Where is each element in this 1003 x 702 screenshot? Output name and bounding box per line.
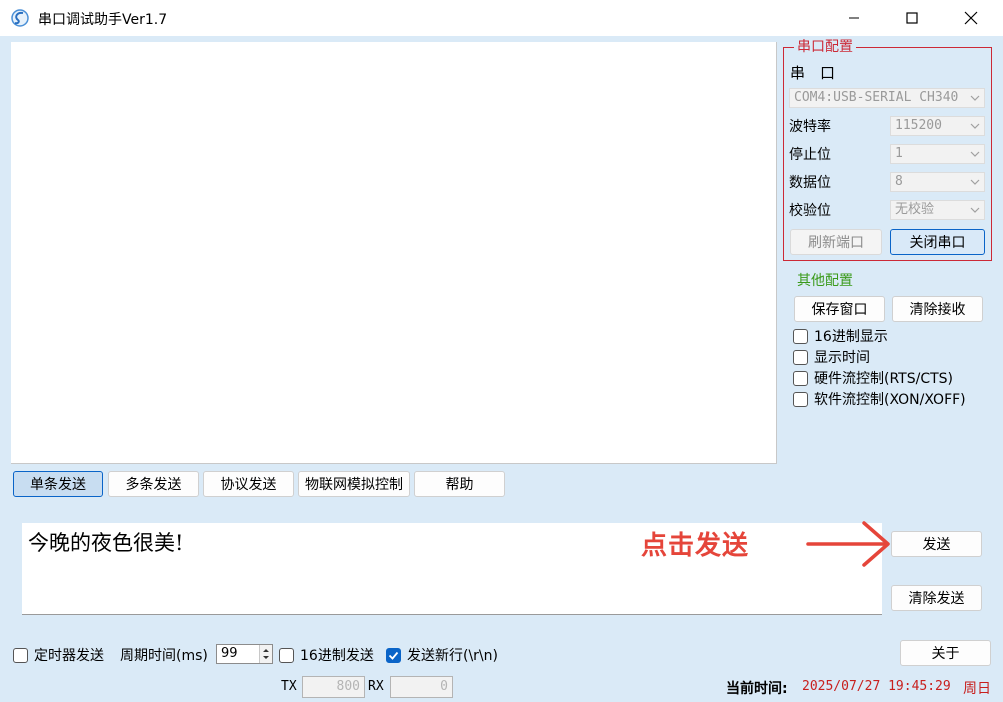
parity-select[interactable]: 无校验 (890, 200, 985, 220)
tab-multi-send[interactable]: 多条发送 (108, 471, 199, 497)
baud-value: 115200 (895, 118, 942, 133)
tab-single-send[interactable]: 单条发送 (13, 471, 103, 497)
send-newline-checkbox[interactable]: 发送新行(\r\n) (386, 645, 498, 665)
tab-iot-simulation[interactable]: 物联网模拟控制 (298, 471, 410, 497)
rx-counter: 0 (390, 676, 453, 698)
serial-config-group: 串口配置 串 口 COM4:USB-SERIAL CH340 波特率 11520… (783, 39, 992, 261)
checkbox-icon (793, 349, 808, 365)
show-time-label: 显示时间 (814, 350, 870, 366)
about-button[interactable]: 关于 (900, 640, 991, 666)
timer-send-label: 定时器发送 (34, 648, 104, 664)
minimize-button[interactable] (831, 0, 877, 36)
send-text: 今晚的夜色很美! (28, 531, 184, 555)
parity-label: 校验位 (789, 203, 831, 219)
refresh-ports-button[interactable]: 刷新端口 (790, 229, 882, 255)
hardware-flow-control-checkbox[interactable]: 硬件流控制(RTS/CTS) (793, 368, 953, 388)
chevron-down-icon (970, 123, 980, 129)
window-title: 串口调试助手Ver1.7 (38, 12, 168, 28)
minimize-icon (849, 17, 859, 19)
port-select[interactable]: COM4:USB-SERIAL CH340 (789, 88, 985, 108)
arrow-right-icon (806, 521, 890, 567)
checkbox-icon (279, 647, 294, 663)
checkbox-icon (793, 328, 808, 344)
timer-send-checkbox[interactable]: 定时器发送 (13, 645, 104, 665)
chevron-down-icon (970, 151, 980, 157)
close-icon (964, 11, 978, 25)
rx-label: RX (368, 679, 384, 694)
stop-bits-label: 停止位 (789, 147, 831, 163)
spin-buttons[interactable] (259, 645, 272, 663)
send-text-area[interactable]: 今晚的夜色很美! (22, 523, 882, 615)
port-label: 串 口 (790, 64, 836, 82)
close-window-button[interactable] (948, 0, 994, 36)
tab-protocol-send[interactable]: 协议发送 (203, 471, 294, 497)
clear-send-button[interactable]: 清除发送 (891, 585, 982, 611)
hex-send-label: 16进制发送 (300, 648, 374, 664)
app-icon (11, 9, 29, 27)
maximize-icon (906, 12, 918, 24)
close-port-button[interactable]: 关闭串口 (890, 229, 985, 255)
spin-arrows-icon (263, 649, 269, 659)
chevron-down-icon (970, 207, 980, 213)
receive-text-area[interactable] (11, 42, 777, 464)
show-time-checkbox[interactable]: 显示时间 (793, 347, 870, 367)
clear-receive-button[interactable]: 清除接收 (892, 296, 983, 322)
save-window-button[interactable]: 保存窗口 (794, 296, 885, 322)
port-value: COM4:USB-SERIAL CH340 (794, 90, 959, 105)
data-bits-select[interactable]: 8 (890, 172, 985, 192)
data-bits-label: 数据位 (789, 175, 831, 191)
tab-help[interactable]: 帮助 (414, 471, 505, 497)
other-config-legend: 其他配置 (797, 273, 853, 289)
tx-counter: 800 (302, 676, 365, 698)
chevron-down-icon (970, 95, 980, 101)
hex-send-checkbox[interactable]: 16进制发送 (279, 645, 374, 665)
checkbox-icon (793, 370, 808, 386)
send-button[interactable]: 发送 (891, 531, 982, 557)
period-spinbox[interactable]: 99 (216, 644, 273, 664)
software-flow-control-checkbox[interactable]: 软件流控制(XON/XOFF) (793, 389, 966, 409)
current-time-value: 2025/07/27 19:45:29 (802, 679, 951, 694)
serial-config-legend: 串口配置 (794, 39, 856, 55)
title-bar: 串口调试助手Ver1.7 (0, 0, 1003, 36)
period-label: 周期时间(ms) (120, 648, 208, 664)
hex-display-checkbox[interactable]: 16进制显示 (793, 326, 888, 346)
hardware-flow-control-label: 硬件流控制(RTS/CTS) (814, 371, 954, 387)
period-value: 99 (221, 646, 238, 661)
send-newline-label: 发送新行(\r\n) (407, 648, 498, 664)
software-flow-control-label: 软件流控制(XON/XOFF) (814, 392, 966, 408)
parity-value: 无校验 (895, 202, 935, 217)
tx-label: TX (281, 679, 297, 694)
main-panel: 串口配置 串 口 COM4:USB-SERIAL CH340 波特率 11520… (0, 36, 1003, 702)
click-send-annotation: 点击发送 (641, 531, 750, 561)
stop-bits-value: 1 (895, 146, 903, 161)
stop-bits-select[interactable]: 1 (890, 144, 985, 164)
checkbox-icon (793, 391, 808, 407)
checkmark-icon (386, 647, 401, 663)
baud-label: 波特率 (789, 119, 831, 135)
other-config-group: 其他配置 保存窗口 清除接收 16进制显示 显示时间 硬件流控制(RTS/CTS… (783, 268, 992, 408)
current-time-label: 当前时间: (726, 681, 788, 697)
baud-select[interactable]: 115200 (890, 116, 985, 136)
maximize-button[interactable] (889, 0, 935, 36)
data-bits-value: 8 (895, 174, 903, 189)
weekday: 周日 (963, 681, 991, 697)
hex-display-label: 16进制显示 (814, 329, 888, 345)
chevron-down-icon (970, 179, 980, 185)
checkbox-icon (13, 647, 28, 663)
